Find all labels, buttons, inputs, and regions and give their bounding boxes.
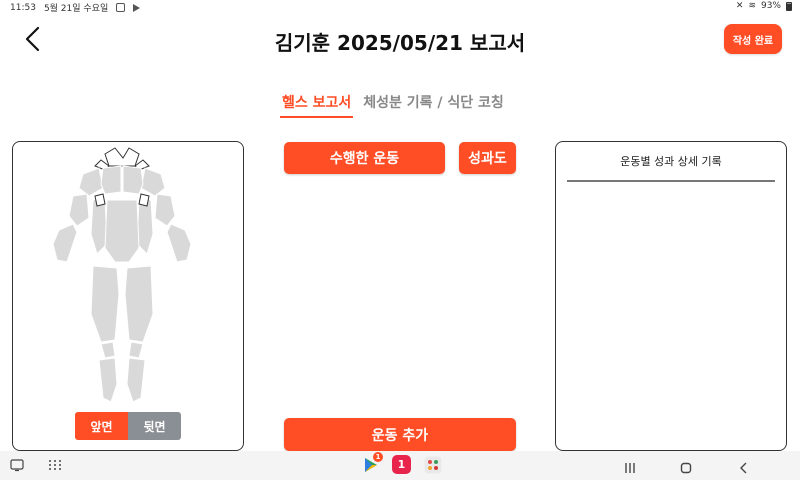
recents-icon: [625, 463, 635, 473]
muscle-quad-right[interactable]: [124, 265, 154, 343]
system-nav-bar: 1 1: [0, 451, 800, 480]
tab-body-composition[interactable]: 체성분 기록 / 식단 코칭: [361, 92, 506, 118]
add-exercise-button[interactable]: 운동 추가: [284, 418, 516, 451]
detail-divider: [567, 180, 775, 182]
battery-percent: 93%: [760, 1, 781, 11]
status-bar: 11:53 5월 21일 수요일 ✕ ≋ 93%: [0, 0, 800, 14]
complete-button[interactable]: 작성 완료: [724, 24, 782, 54]
play-store-badge: 1: [373, 452, 383, 462]
status-date: 5월 21일 수요일: [43, 4, 109, 14]
mute-icon: ✕: [735, 1, 744, 11]
body-side-toggle: 앞면 뒷면: [75, 412, 181, 440]
muscle-calf-left[interactable]: [98, 357, 118, 403]
wifi-icon: ≋: [748, 1, 756, 11]
body-muscle-map: [52, 147, 192, 403]
nav-back-button[interactable]: [738, 459, 750, 478]
muscle-chest-right[interactable]: [122, 165, 144, 195]
muscle-forearm-left[interactable]: [52, 223, 78, 263]
app-one-icon: 1: [392, 455, 411, 474]
muscle-biceps-right[interactable]: [154, 193, 176, 227]
status-time: 11:53: [10, 2, 36, 13]
tab-health-report[interactable]: 헬스 보고서: [280, 92, 354, 118]
body-map-panel: 앞면 뒷면: [12, 141, 244, 451]
recent-apps-folder[interactable]: [424, 456, 442, 478]
battery-icon: [786, 1, 792, 11]
screenshot-icon: [10, 459, 24, 472]
muscle-abs[interactable]: [104, 199, 140, 263]
report-tabs: 헬스 보고서 체성분 기록 / 식단 코칭: [280, 92, 506, 118]
detail-panel-title: 운동별 성과 상세 기록: [620, 155, 722, 168]
back-view-button[interactable]: 뒷면: [128, 412, 181, 440]
page-title: 김기훈 2025/05/21 보고서: [274, 31, 526, 55]
grid-icon: [49, 460, 61, 470]
muscle-knee-left[interactable]: [100, 341, 116, 359]
home-icon: [680, 462, 692, 474]
muscle-quad-left[interactable]: [90, 265, 120, 343]
muscle-chest-left[interactable]: [100, 165, 122, 195]
muscle-knee-right[interactable]: [128, 341, 144, 359]
app-grid-icon[interactable]: [48, 457, 62, 476]
exercise-detail-panel: 운동별 성과 상세 기록: [555, 141, 787, 451]
gallery-notification-icon: [116, 3, 126, 12]
muscle-calf-right[interactable]: [126, 357, 146, 403]
muscle-serratus-left[interactable]: [94, 193, 106, 207]
muscle-neck[interactable]: [104, 147, 140, 167]
muscle-forearm-right[interactable]: [166, 223, 192, 263]
muscle-biceps-left[interactable]: [68, 193, 90, 227]
muscle-shoulder-right[interactable]: [140, 167, 166, 197]
front-view-button[interactable]: 앞면: [75, 412, 128, 440]
screenshot-tool-icon[interactable]: [10, 457, 24, 476]
play-notification-icon: [133, 3, 141, 12]
play-store-app[interactable]: 1: [362, 452, 383, 478]
muscle-serratus-right[interactable]: [138, 193, 150, 207]
nav-back-icon: [740, 462, 747, 474]
status-left: 11:53 5월 21일 수요일: [10, 1, 141, 14]
recents-button[interactable]: [624, 459, 636, 478]
performed-exercises-button[interactable]: 수행한 운동: [284, 142, 445, 174]
apps-folder-icon: [424, 456, 442, 474]
results-button[interactable]: 성과도: [459, 142, 516, 174]
home-button[interactable]: [680, 459, 692, 478]
muscle-shoulder-left[interactable]: [78, 167, 104, 197]
app-one[interactable]: 1: [392, 455, 411, 474]
screen: 11:53 5월 21일 수요일 ✕ ≋ 93% 김기훈 2025/05/21 …: [0, 0, 800, 480]
status-right: ✕ ≋ 93%: [736, 1, 792, 11]
